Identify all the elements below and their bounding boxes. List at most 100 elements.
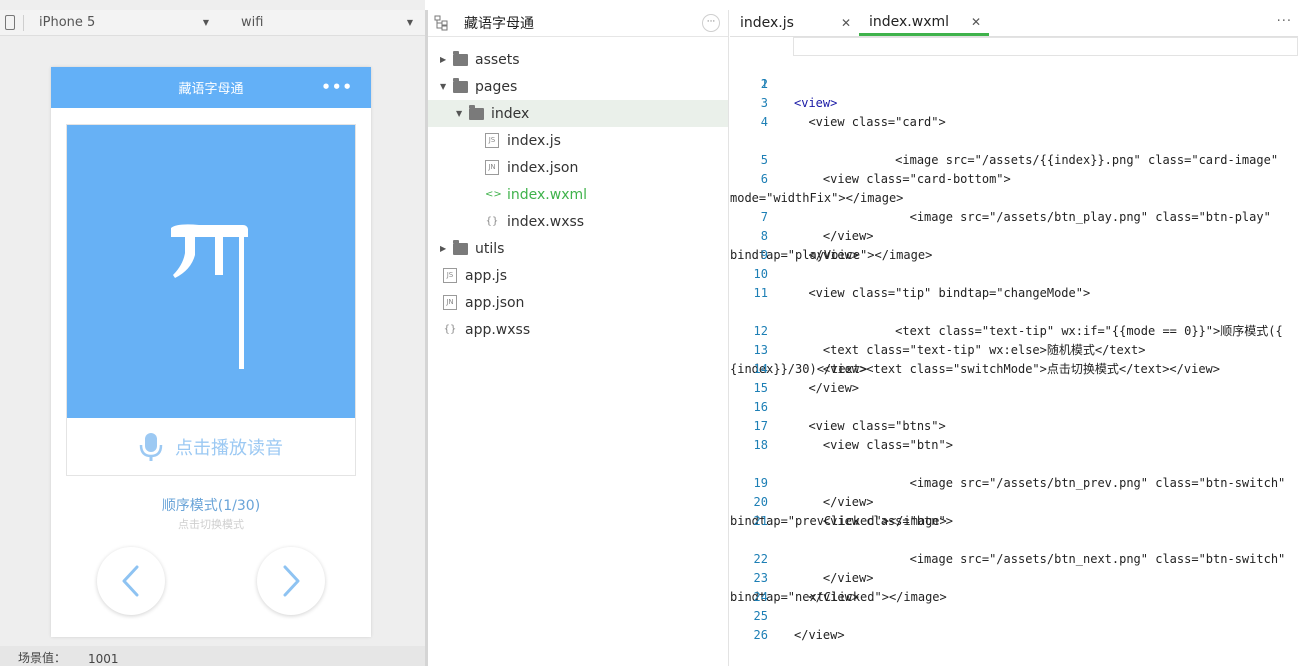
line-number: 18 — [753, 438, 768, 452]
tab-index-js[interactable]: index.js ✕ — [730, 10, 859, 36]
tree-item-app-wxss[interactable]: {} app.wxss — [428, 316, 728, 343]
code-line: 3 <view class="card"> — [730, 75, 1298, 129]
nav-title: 藏语字母通 — [178, 82, 244, 97]
line-number: 6 — [760, 172, 768, 186]
line-number: 4 — [760, 115, 768, 129]
caret-right-icon: ▶ — [440, 55, 447, 64]
network-select[interactable]: wifi ▼ — [241, 15, 413, 30]
caret-down-icon: ▼ — [456, 109, 463, 118]
tree-item-assets[interactable]: ▶ assets — [428, 46, 728, 73]
code-line: 16 <view class="btns"> — [730, 379, 1298, 433]
code-line: 4 <image src="/assets/{{index}}.png" cla… — [730, 94, 1298, 205]
code-line: 5 <view class="card-bottom"> — [730, 132, 1298, 186]
chevron-right-icon — [283, 565, 300, 597]
code-editor-panel: index.js ✕ index.wxml ✕ ··· 1 <view> 2 3… — [730, 10, 1298, 666]
more-icon[interactable]: ··· — [702, 14, 720, 32]
code-line: 21 <image src="/assets/btn_next.png" cla… — [730, 493, 1298, 604]
close-icon[interactable]: ✕ — [841, 16, 851, 30]
line-number: 21 — [753, 514, 768, 528]
tree-item-label: app.json — [465, 294, 525, 311]
current-line-highlight — [793, 37, 1298, 56]
tree-item-pages[interactable]: ▼ pages — [428, 73, 728, 100]
code-line: 19 </view> — [730, 455, 1298, 509]
simulator-toolbar: iPhone 5 ▼ wifi ▼ — [0, 10, 425, 36]
code-line: 2 — [730, 56, 1298, 91]
code-line: 20 <view class="btn"> — [730, 474, 1298, 528]
mode-text: 顺序模式(1/30) — [161, 498, 261, 514]
tree-item-index-wxml[interactable]: <> index.wxml — [428, 181, 728, 208]
device-select[interactable]: iPhone 5 ▼ — [39, 15, 209, 30]
folder-icon — [453, 50, 468, 66]
tree-item-app-json[interactable]: JN app.json — [428, 289, 728, 316]
editor-tabs: index.js ✕ index.wxml ✕ ··· — [730, 10, 1298, 37]
more-icon[interactable]: ··· — [1277, 14, 1292, 29]
tree-item-index-json[interactable]: JN index.json — [428, 154, 728, 181]
code-line: 24 — [730, 569, 1298, 604]
code-line: 15 — [730, 360, 1298, 395]
tree-item-label: app.js — [465, 267, 507, 284]
devtools-window: iPhone 5 ▼ wifi ▼ 藏语字母通 ••• 点击播放读音 顺序模式(… — [0, 0, 1298, 666]
close-icon[interactable]: ✕ — [971, 15, 981, 29]
network-select-value: wifi — [241, 15, 264, 30]
tree-item-label: index.wxml — [507, 186, 588, 203]
letter-image — [67, 125, 355, 418]
simulator-panel: iPhone 5 ▼ wifi ▼ 藏语字母通 ••• 点击播放读音 顺序模式(… — [0, 0, 425, 666]
folder-open-icon — [453, 77, 468, 93]
tree-item-label: pages — [475, 78, 518, 95]
code-line: 12 <text class="text-tip" wx:else>随机模式</… — [730, 303, 1298, 357]
tree-item-label: app.wxss — [465, 321, 531, 338]
js-file-icon: JS — [443, 268, 457, 283]
play-voice-button[interactable]: 点击播放读音 — [67, 418, 355, 476]
folder-icon — [453, 239, 468, 255]
code-line: 8 </view> — [730, 208, 1298, 262]
json-file-icon: JN — [485, 160, 499, 175]
switch-mode-text: 点击切换模式 — [178, 518, 244, 531]
style-file-icon: {} — [443, 324, 457, 335]
code-line: 23 </view> — [730, 550, 1298, 604]
code-line: 25 </view> — [730, 588, 1298, 642]
tab-label: index.js — [740, 15, 794, 31]
device-select-value: iPhone 5 — [39, 15, 96, 30]
tree-item-label: index — [491, 105, 530, 122]
caret-down-icon: ▼ — [202, 18, 209, 27]
more-icon[interactable]: ••• — [321, 78, 353, 96]
navigation-bar: 藏语字母通 ••• — [51, 67, 371, 108]
code-line: 9 — [730, 227, 1298, 262]
code-line: 11 <text class="text-tip" wx:if="{{mode … — [730, 265, 1298, 376]
tree-item-index-wxss[interactable]: {} index.wxss — [428, 208, 728, 235]
code-line: 10 <view class="tip" bindtap="changeMode… — [730, 246, 1298, 300]
tab-label: index.wxml — [869, 13, 950, 30]
hierarchy-icon[interactable] — [434, 15, 448, 31]
letter-card: 点击播放读音 — [66, 124, 356, 476]
play-voice-label: 点击播放读音 — [175, 438, 283, 459]
project-title: 藏语字母通 — [464, 16, 534, 32]
next-button[interactable] — [257, 547, 325, 615]
caret-right-icon: ▶ — [440, 244, 447, 253]
tree-item-label: assets — [475, 51, 520, 68]
tab-index-wxml[interactable]: index.wxml ✕ — [859, 10, 989, 36]
markup-file-icon: <> — [485, 189, 502, 200]
tree-item-index-js[interactable]: JS index.js — [428, 127, 728, 154]
device-orientation-icon[interactable] — [5, 15, 15, 30]
chevron-left-icon — [122, 565, 139, 597]
code-line: 6 <image src="/assets/btn_play.png" clas… — [730, 151, 1298, 262]
folder-open-icon — [469, 104, 484, 120]
tree-item-label: index.json — [507, 159, 579, 176]
json-file-icon: JN — [443, 295, 457, 310]
style-file-icon: {} — [485, 216, 499, 227]
tree-item-utils[interactable]: ▶ utils — [428, 235, 728, 262]
toolbar-separator — [23, 14, 24, 31]
code-line: 22 </view> — [730, 531, 1298, 585]
scene-status-bar: 场景值： 1001 — [0, 646, 425, 666]
scene-label: 场景值： — [18, 651, 67, 665]
code-line: 26 — [730, 607, 1298, 642]
prev-button[interactable] — [97, 547, 165, 615]
file-tree-panel: 藏语字母通 ··· ▶ assets ▼ pages ▼ index JS in… — [428, 10, 729, 666]
scene-value: 1001 — [88, 652, 119, 666]
tree-item-app-js[interactable]: JS app.js — [428, 262, 728, 289]
mode-tip[interactable]: 顺序模式(1/30) 点击切换模式 — [51, 495, 371, 532]
code-line: 7 </view> — [730, 189, 1298, 243]
tree-item-index-folder[interactable]: ▼ index — [428, 100, 728, 127]
code-line: 13 <view><text class="switchMode">点击切换模式… — [730, 322, 1298, 376]
code-line: 14 </view> — [730, 341, 1298, 395]
